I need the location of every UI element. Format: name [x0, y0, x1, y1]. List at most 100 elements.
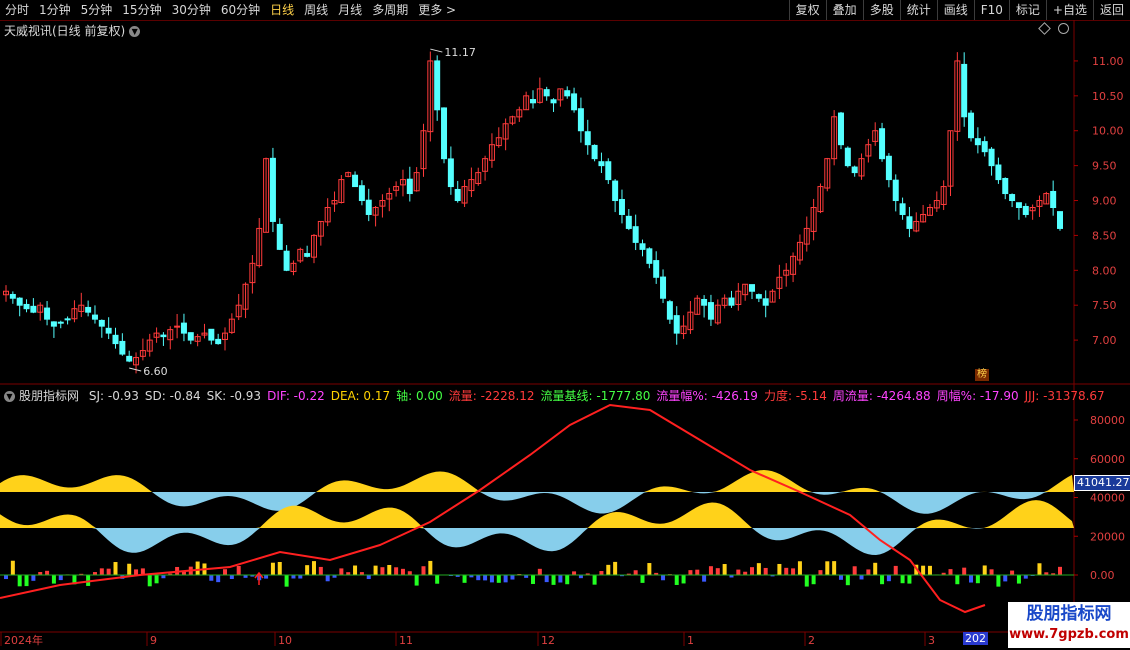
candle-body — [105, 327, 112, 334]
candle-body — [85, 306, 92, 313]
indicator-value-11: 周幅%: -17.90 — [936, 389, 1019, 403]
indicator-bar — [223, 569, 228, 575]
price-tick-label: 8.50 — [1092, 229, 1117, 242]
indicator-bar — [284, 575, 289, 587]
indicator-value-2: SK: -0.93 — [206, 389, 262, 403]
indicator-bar — [421, 566, 426, 575]
indicator-bar — [681, 575, 686, 584]
candle-body — [885, 155, 892, 181]
indicator-value-4: DEA: 0.17 — [330, 389, 391, 403]
candle-body — [591, 144, 598, 160]
xaxis-label: 1 — [687, 634, 694, 647]
indicator-bar — [476, 575, 481, 581]
candle-body — [701, 298, 708, 306]
indicator-tick-label: 80000 — [1090, 414, 1125, 427]
indicator-value-9: 力度: -5.14 — [763, 389, 827, 403]
candle-body — [64, 318, 71, 321]
candle-body — [625, 215, 632, 229]
indicator-bar — [572, 571, 577, 575]
candle-body — [605, 161, 612, 181]
indicator-bar — [736, 569, 741, 575]
indicator-bar — [373, 565, 378, 575]
rank-badge[interactable]: 榜 — [975, 369, 989, 381]
candle-body — [639, 243, 646, 250]
candle-body — [571, 93, 578, 111]
upper-band-negative — [0, 492, 1074, 514]
indicator-bar — [722, 564, 727, 575]
indicator-bar — [209, 575, 214, 581]
low-pointer — [129, 367, 142, 372]
candle-body — [365, 199, 372, 215]
indicator-bar — [962, 567, 967, 575]
candle-body — [215, 338, 222, 345]
candle-body — [112, 334, 119, 345]
indicator-bar — [4, 575, 8, 580]
candle-body — [57, 321, 64, 324]
candle-body — [564, 90, 571, 97]
indicator-value-12: JJJ: -31378.67 — [1024, 389, 1105, 403]
indicator-value-7: 流量基线: -1777.80 — [540, 389, 651, 403]
indicator-bar — [339, 568, 344, 575]
indicator-bar — [58, 575, 63, 581]
indicator-bar — [31, 575, 36, 581]
indicator-bar — [503, 575, 508, 583]
indicator-bar — [599, 571, 604, 575]
indicator-bar — [134, 569, 139, 575]
high-price-label: 11.17 — [444, 46, 476, 59]
candle-body — [119, 340, 126, 355]
candle-body — [892, 179, 899, 202]
indicator-bar — [127, 563, 132, 575]
price-tick-label: 9.00 — [1092, 195, 1117, 208]
indicator-bar — [10, 560, 15, 575]
xaxis-label: 10 — [278, 634, 292, 647]
indicator-bar — [633, 570, 638, 575]
candle-body — [1015, 202, 1022, 209]
indicator-bar — [838, 575, 843, 580]
indicator-bar — [832, 561, 837, 575]
candle-body — [618, 199, 625, 215]
indicator-bar — [195, 561, 200, 575]
indicator-bar — [859, 575, 864, 580]
candle-body — [180, 322, 187, 334]
candle-body — [988, 148, 995, 167]
indicator-bar — [387, 564, 392, 575]
candle-body — [612, 180, 619, 202]
candle-body — [283, 250, 290, 271]
indicator-bar — [510, 575, 515, 580]
candle-body — [762, 298, 769, 306]
indicator-bar — [353, 565, 358, 575]
indicator-bar — [880, 575, 885, 585]
indicator-bar — [989, 569, 994, 575]
watermark-title: 股朋指标网 — [1026, 604, 1112, 624]
candle-body — [1002, 177, 1009, 195]
indicator-bar — [544, 575, 549, 583]
indicator-bar — [1003, 575, 1008, 582]
indicator-bar — [45, 570, 50, 575]
candle-body — [995, 164, 1002, 181]
candle-body — [755, 294, 762, 299]
chevron-down-icon[interactable]: ▼ — [4, 391, 15, 402]
candle-body — [584, 131, 591, 146]
candle-body — [160, 334, 167, 338]
indicator-legend: ▼ 股朋指标网 SJ: -0.93 SD: -0.84 SK: -0.93 DIF: -… — [4, 387, 1111, 404]
candle-body — [16, 297, 23, 306]
lower-band-negative — [0, 528, 1074, 555]
price-tick-label: 7.00 — [1092, 334, 1117, 347]
candle-body — [981, 141, 988, 153]
candle-body — [550, 99, 557, 104]
indicator-bar — [291, 575, 296, 579]
candle-body — [844, 147, 851, 167]
indicator-value-5: 轴: 0.00 — [396, 389, 443, 403]
candle-body — [666, 301, 673, 320]
indicator-bar — [969, 575, 974, 583]
candle-body — [1057, 211, 1063, 229]
indicator-bar — [380, 567, 385, 575]
indicator-bar — [674, 575, 679, 585]
indicator-bar — [647, 563, 652, 575]
indicator-tick-label: 20000 — [1090, 530, 1125, 543]
indicator-bar — [866, 569, 871, 575]
xaxis-label: 3 — [928, 634, 935, 647]
indicator-bar — [551, 575, 556, 585]
indicator-bar — [1010, 570, 1015, 575]
candle-body — [673, 315, 680, 334]
